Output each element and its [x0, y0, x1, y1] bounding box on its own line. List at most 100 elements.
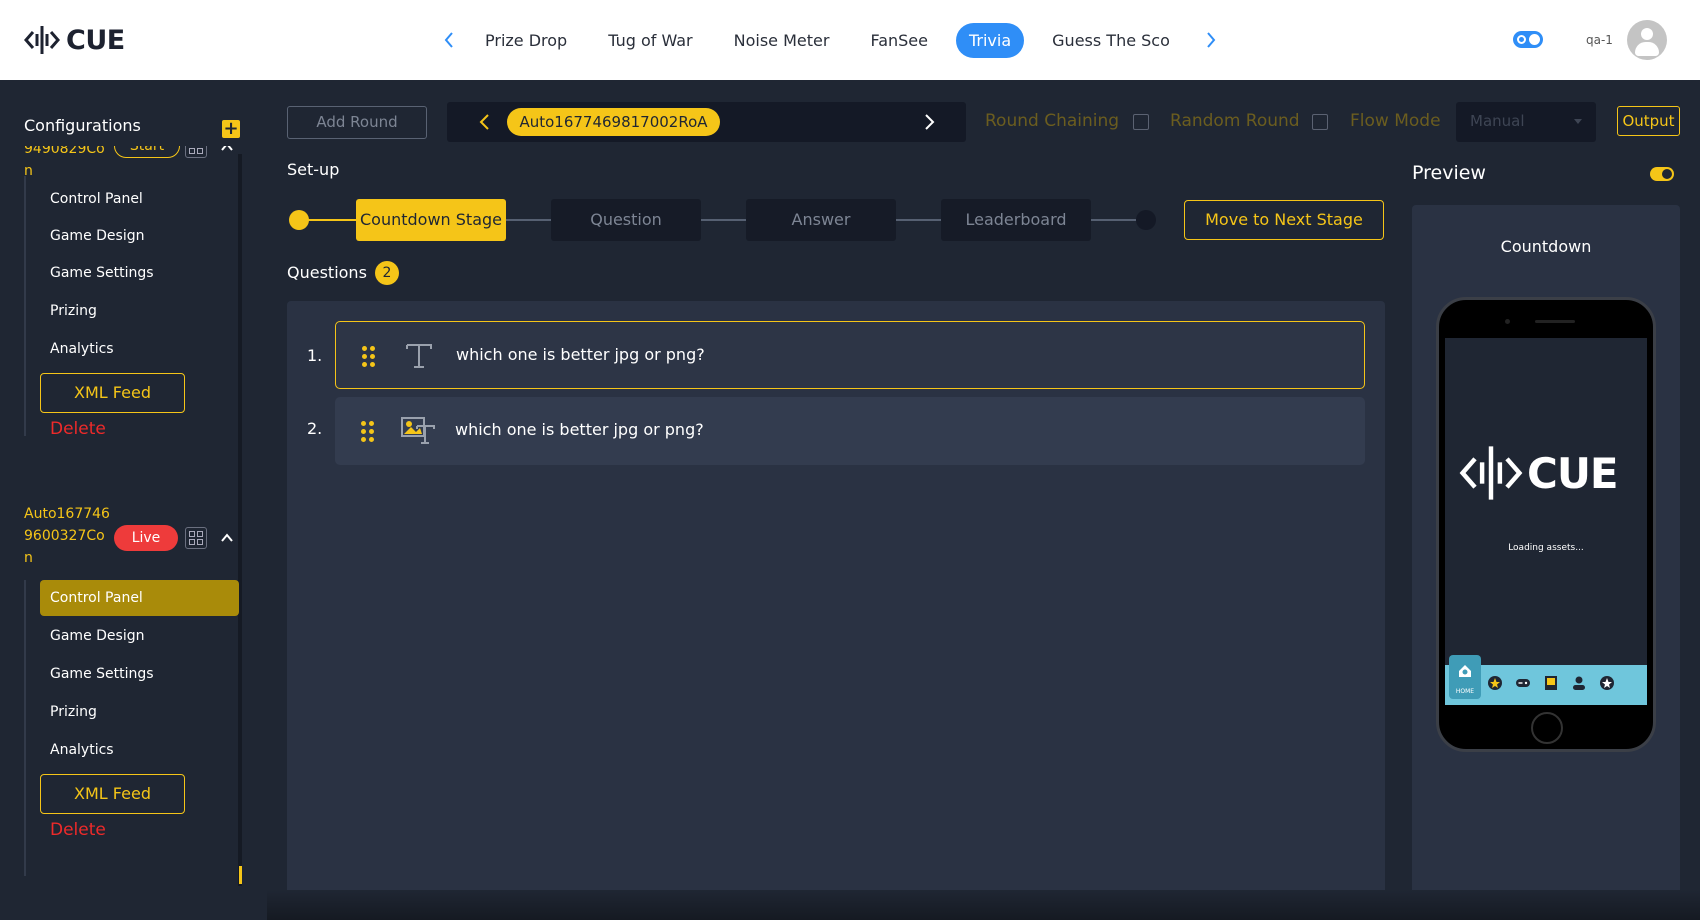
preview-panel: Countdown CUE Loading assets... HOME — [1412, 205, 1680, 900]
question-number: 1. — [307, 346, 323, 365]
add-round-button[interactable]: Add Round — [287, 106, 427, 139]
output-button[interactable]: Output — [1617, 106, 1680, 136]
submenu-rail — [24, 580, 26, 876]
nav-prev-arrow[interactable] — [438, 25, 460, 55]
game-tabs-nav: Prize Drop Tug of War Noise Meter FanSee… — [438, 20, 1222, 60]
config-name-line: Auto167746 — [24, 506, 110, 522]
game-tabs: Prize Drop Tug of War Noise Meter FanSee… — [472, 22, 1188, 58]
chevron-right-icon[interactable] — [921, 113, 937, 131]
delete-config-link[interactable]: Delete — [50, 419, 106, 439]
stage-connector — [896, 219, 942, 221]
home-icon — [1459, 665, 1471, 677]
config-name[interactable]: 9490829Co n — [24, 146, 112, 182]
sidebar-item-game-settings[interactable]: Game Settings — [40, 255, 239, 291]
stage-connector — [506, 219, 551, 221]
badge-icon — [1600, 676, 1614, 690]
question-row[interactable]: which one is better jpg or png? — [335, 321, 1365, 389]
config-list: 9490829Co n Start Control Panel Game Des… — [0, 146, 243, 886]
chevron-left-icon[interactable] — [477, 113, 493, 131]
tab-trivia[interactable]: Trivia — [955, 22, 1025, 58]
stage-answer[interactable]: Answer — [746, 199, 896, 241]
tab-noise-meter[interactable]: Noise Meter — [721, 23, 843, 58]
chevron-left-icon — [444, 32, 453, 48]
home-tab-label: HOME — [1455, 688, 1475, 695]
loading-text: Loading assets... — [1508, 543, 1584, 553]
stage-end-dot — [1136, 210, 1156, 230]
move-to-next-stage-button[interactable]: Move to Next Stage — [1184, 200, 1384, 240]
cue-waveform-icon — [24, 26, 60, 54]
drag-handle-icon[interactable] — [361, 421, 375, 443]
sidebar-item-control-panel[interactable]: Control Panel — [40, 181, 239, 217]
sidebar-item-prizing[interactable]: Prizing — [40, 694, 239, 730]
questions-label: Questions — [287, 263, 367, 282]
preview-stage-label: Countdown — [1500, 237, 1592, 256]
nav-next-arrow[interactable] — [1200, 25, 1222, 55]
sidebar-item-prizing[interactable]: Prizing — [40, 293, 239, 329]
avatar[interactable] — [1627, 20, 1667, 60]
tab-prize-drop[interactable]: Prize Drop — [472, 23, 580, 58]
cue-waveform-icon — [1459, 446, 1523, 500]
control-panel: Add Round Auto1677469817002RoA Round Cha… — [267, 80, 1700, 920]
avatar-body — [1635, 42, 1659, 56]
username: qa-1 — [1586, 33, 1613, 47]
screen-logo-text: CUE — [1527, 448, 1619, 498]
stage-leaderboard[interactable]: Leaderboard — [941, 199, 1091, 241]
question-row[interactable]: which one is better jpg or png? — [335, 397, 1365, 465]
logo-text: CUE — [66, 24, 125, 56]
stage-countdown[interactable]: Countdown Stage — [356, 199, 506, 241]
top-header: CUE Prize Drop Tug of War Noise Meter Fa… — [0, 0, 1700, 80]
questions-panel: 1. which one is better jpg or png? 2. wh… — [287, 301, 1385, 901]
round-chaining-label: Round Chaining — [985, 111, 1120, 131]
stage-question[interactable]: Question — [551, 199, 701, 241]
caret-down-icon — [1574, 119, 1582, 124]
flow-mode-select[interactable]: Manual — [1456, 102, 1596, 142]
random-round-checkbox[interactable] — [1312, 114, 1328, 130]
stage-connector — [701, 219, 747, 221]
config-name[interactable]: Auto167746 9600327Co n — [24, 503, 112, 569]
image-text-type-icon — [401, 417, 435, 444]
qr-code-icon[interactable] — [185, 527, 207, 549]
setup-label: Set-up — [287, 160, 340, 179]
screen-logo: CUE — [1459, 446, 1619, 500]
cue-logo[interactable]: CUE — [24, 20, 125, 60]
round-name-pill[interactable]: Auto1677469817002RoA — [507, 108, 720, 136]
question-text: which one is better jpg or png? — [456, 345, 705, 364]
config-name-line: n — [24, 550, 33, 566]
qr-code-icon[interactable] — [185, 146, 207, 158]
chevron-up-icon[interactable] — [220, 146, 234, 154]
sidebar-item-analytics[interactable]: Analytics — [40, 331, 239, 367]
profile-icon — [1573, 676, 1585, 690]
xml-feed-button[interactable]: XML Feed — [40, 774, 185, 814]
avatar-head — [1641, 28, 1653, 40]
sun-icon — [1517, 35, 1526, 44]
phone-camera — [1505, 319, 1510, 324]
sidebar-item-game-design[interactable]: Game Design — [40, 618, 239, 654]
round-chaining-checkbox[interactable] — [1133, 114, 1149, 130]
live-badge[interactable]: Live — [114, 525, 178, 551]
add-config-button[interactable]: + — [222, 120, 240, 138]
round-selector: Auto1677469817002RoA — [447, 102, 966, 142]
chevron-up-icon[interactable] — [220, 531, 234, 545]
preview-title: Preview — [1412, 162, 1486, 184]
sidebar-item-control-panel[interactable]: Control Panel — [40, 580, 239, 616]
preview-toggle[interactable] — [1650, 167, 1674, 181]
tab-tug-of-war[interactable]: Tug of War — [595, 23, 705, 58]
trophy-icon — [1488, 676, 1502, 690]
drag-handle-icon[interactable] — [362, 346, 376, 368]
theme-toggle[interactable] — [1513, 31, 1543, 48]
config-name-line: 9600327Co — [24, 528, 105, 544]
flow-mode-label: Flow Mode — [1350, 111, 1441, 131]
bottom-fade — [267, 890, 1700, 920]
config-name-line: 9490829Co — [24, 146, 105, 157]
config-sidebar: Configurations + 9490829Co n Start Contr… — [0, 80, 267, 920]
tab-guess-the-score[interactable]: Guess The Sco — [1039, 23, 1183, 58]
home-tab: HOME — [1449, 655, 1481, 699]
tab-fansee[interactable]: FanSee — [857, 23, 941, 58]
status-badge[interactable]: Start — [114, 146, 180, 158]
phone-speaker — [1535, 320, 1575, 323]
sidebar-item-game-design[interactable]: Game Design — [40, 218, 239, 254]
sidebar-item-analytics[interactable]: Analytics — [40, 732, 239, 768]
sidebar-item-game-settings[interactable]: Game Settings — [40, 656, 239, 692]
xml-feed-button[interactable]: XML Feed — [40, 373, 185, 413]
delete-config-link[interactable]: Delete — [50, 820, 106, 840]
